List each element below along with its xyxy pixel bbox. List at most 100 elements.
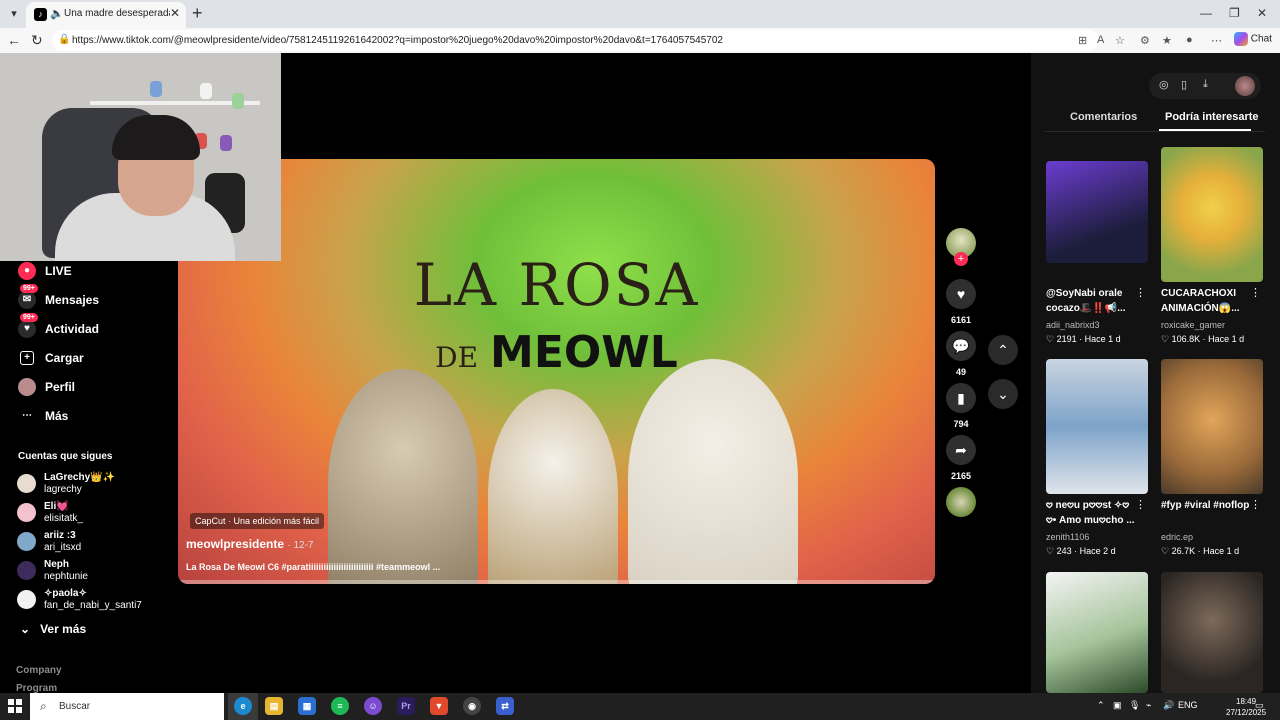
back-icon[interactable]: ← (7, 32, 21, 48)
see-more-button[interactable]: ⌄ Ver más (20, 622, 86, 636)
notifications-icon[interactable]: ▭ (1255, 700, 1264, 711)
tray-chevron-icon[interactable]: ⌃ (1097, 700, 1105, 711)
video-thumbnail[interactable] (1161, 359, 1263, 494)
share-button[interactable]: ➦ (946, 435, 976, 465)
company-link[interactable]: Company (16, 665, 62, 676)
tab-recommended[interactable]: Podría interesarte (1165, 111, 1259, 123)
save-button[interactable]: ▮ (946, 383, 976, 413)
site-info-icon[interactable]: 🔒 (58, 34, 70, 45)
video-thumbnail[interactable] (1161, 572, 1263, 693)
avatar (17, 474, 36, 493)
video-thumbnail[interactable] (1046, 572, 1148, 693)
card-age: Hace 2 d (1079, 546, 1116, 556)
video-author[interactable]: meowlpresidente · 12-7 (186, 537, 314, 551)
video-date: · 12-7 (287, 540, 314, 551)
card-title[interactable]: CUCARACHOXI ANIMACIÓN😱... (1161, 286, 1257, 316)
phone-icon[interactable]: ▯ (1181, 78, 1187, 91)
brave-icon[interactable]: ▼ (430, 697, 448, 715)
browser-tab[interactable]: ♪ 🔈 Una madre desesperada: La h ✕ (26, 2, 186, 28)
favorite-star-icon[interactable]: ☆ (1115, 34, 1125, 47)
webcam-overlay (0, 53, 281, 261)
card-username[interactable]: roxicake_gamer (1161, 320, 1225, 330)
video-player[interactable]: LA ROSA DE MEOWL CapCut · Una edición más… (178, 159, 935, 584)
figure-toy (232, 93, 244, 109)
favorites-icon[interactable]: ★ (1162, 34, 1172, 47)
video-thumbnail[interactable] (1046, 161, 1148, 263)
following-account[interactable]: LaGrechy👑✨ lagrechy (17, 471, 167, 499)
next-video-button[interactable]: ⌄ (988, 379, 1018, 409)
video-thumbnail[interactable] (1161, 147, 1263, 282)
bookmark-icon: ▮ (957, 390, 965, 406)
card-more-icon[interactable]: ⋮ (1250, 498, 1261, 511)
tab-bar: ▾ ♪ 🔈 Una madre desesperada: La h ✕ + — … (0, 0, 1280, 28)
tray-mic-icon[interactable]: 🎙 (1129, 700, 1140, 711)
following-account[interactable]: ariiz :3 ari_itsxd (17, 529, 167, 557)
previous-video-button[interactable]: ⌃ (988, 335, 1018, 365)
copilot-icon (1234, 32, 1248, 46)
card-title[interactable]: #fyp #viral #noflop (1161, 498, 1257, 513)
profile-icon[interactable]: ● (1186, 34, 1193, 46)
extensions-icon[interactable]: ⚙ (1140, 34, 1150, 47)
card-more-icon[interactable]: ⋮ (1135, 498, 1146, 511)
file-explorer-icon[interactable]: ▤ (265, 697, 283, 715)
profile-avatar-icon (18, 378, 36, 396)
reload-icon[interactable]: ↻ (31, 32, 43, 49)
card-meta: ♡ 26.7K · Hace 1 d (1161, 546, 1240, 556)
app-icon[interactable]: ⇄ (496, 697, 514, 715)
messages-icon: ✉ (18, 291, 36, 309)
restore-icon[interactable]: ❐ (1229, 6, 1240, 20)
music-disc-icon[interactable] (946, 487, 976, 517)
follow-plus-icon[interactable]: + (954, 252, 968, 266)
more-menu-icon[interactable]: ⋯ (1211, 34, 1222, 47)
discord-icon[interactable]: ☺ (364, 697, 382, 715)
user-avatar[interactable] (1235, 76, 1255, 96)
tray-network-icon[interactable]: ⌁ (1146, 700, 1151, 711)
app-available-icon[interactable]: ⊞ (1078, 34, 1087, 47)
card-title[interactable]: 𖹭 ne𖹭u p𖹭𖹭st ✧𖹭 𖹭• Amo mu𖹭cho ... (1046, 498, 1142, 528)
card-more-icon[interactable]: ⋮ (1250, 286, 1261, 299)
obs-icon[interactable]: ◉ (463, 697, 481, 715)
url-field[interactable]: 🔒 https://www.tiktok.com/@meowlpresident… (52, 30, 1098, 51)
premiere-icon[interactable]: Pr (397, 697, 415, 715)
following-account[interactable]: Eli💓 elisitatk_ (17, 500, 167, 528)
card-meta: ♡ 106.8K · Hace 1 d (1161, 334, 1245, 344)
tab-comments[interactable]: Comentarios (1070, 111, 1137, 123)
windows-start-icon[interactable] (8, 699, 22, 713)
video-thumbnail[interactable] (1046, 359, 1148, 494)
capcut-badge[interactable]: CapCut · Una edición más fácil (190, 513, 325, 529)
language-indicator[interactable]: ENG (1178, 700, 1198, 710)
video-progress-bar[interactable] (178, 580, 935, 584)
following-account[interactable]: ✧paola✧ fan_de_nabi_y_santi7 (17, 587, 167, 615)
tiktok-icon: ♪ (34, 8, 47, 21)
tab-list-button[interactable]: ▾ (4, 4, 24, 24)
close-window-icon[interactable]: ✕ (1257, 6, 1267, 20)
card-title[interactable]: @SoyNabi orale cocazo🎩‼️📢... (1046, 286, 1142, 316)
tray-app-icon[interactable]: ▣ (1113, 700, 1122, 711)
taskbar-search[interactable]: ⌕ Buscar (30, 693, 224, 720)
card-username[interactable]: edric.ep (1161, 532, 1193, 542)
top-right-toolbar: ◎ ▯ ⤓ (1149, 73, 1261, 99)
new-tab-button[interactable]: + (192, 3, 203, 24)
card-username[interactable]: zenith1106 (1046, 532, 1089, 542)
like-button[interactable]: ♥ (946, 279, 976, 309)
heart-icon: ♥ (956, 286, 966, 302)
download-icon[interactable]: ⤓ (1203, 78, 1208, 91)
minimize-icon[interactable]: — (1200, 6, 1212, 20)
tray-volume-icon[interactable]: 🔊 (1163, 700, 1174, 711)
comment-button[interactable]: 💬 (946, 331, 976, 361)
spotify-icon[interactable]: ≡ (331, 697, 349, 715)
close-tab-icon[interactable]: ✕ (170, 6, 180, 20)
store-icon[interactable]: ▦ (298, 697, 316, 715)
card-likes: 106.8K (1171, 334, 1201, 344)
edge-icon[interactable]: e (234, 697, 252, 715)
compass-icon[interactable]: ◎ (1159, 78, 1169, 91)
translate-icon[interactable]: A (1097, 34, 1104, 46)
account-username: ari_itsxd (44, 542, 82, 553)
card-more-icon[interactable]: ⋮ (1135, 286, 1146, 299)
following-account[interactable]: Neph nephtunie (17, 558, 167, 586)
copilot-chat-button[interactable]: Chat (1234, 32, 1272, 46)
audio-icon[interactable]: 🔈 (50, 7, 64, 20)
card-username[interactable]: adii_nabrixd3 (1046, 320, 1100, 330)
card-age: Hace 1 d (1203, 546, 1240, 556)
video-description[interactable]: La Rosa De Meowl C6 #paratiiiiiiiiiiiiii… (186, 562, 440, 572)
